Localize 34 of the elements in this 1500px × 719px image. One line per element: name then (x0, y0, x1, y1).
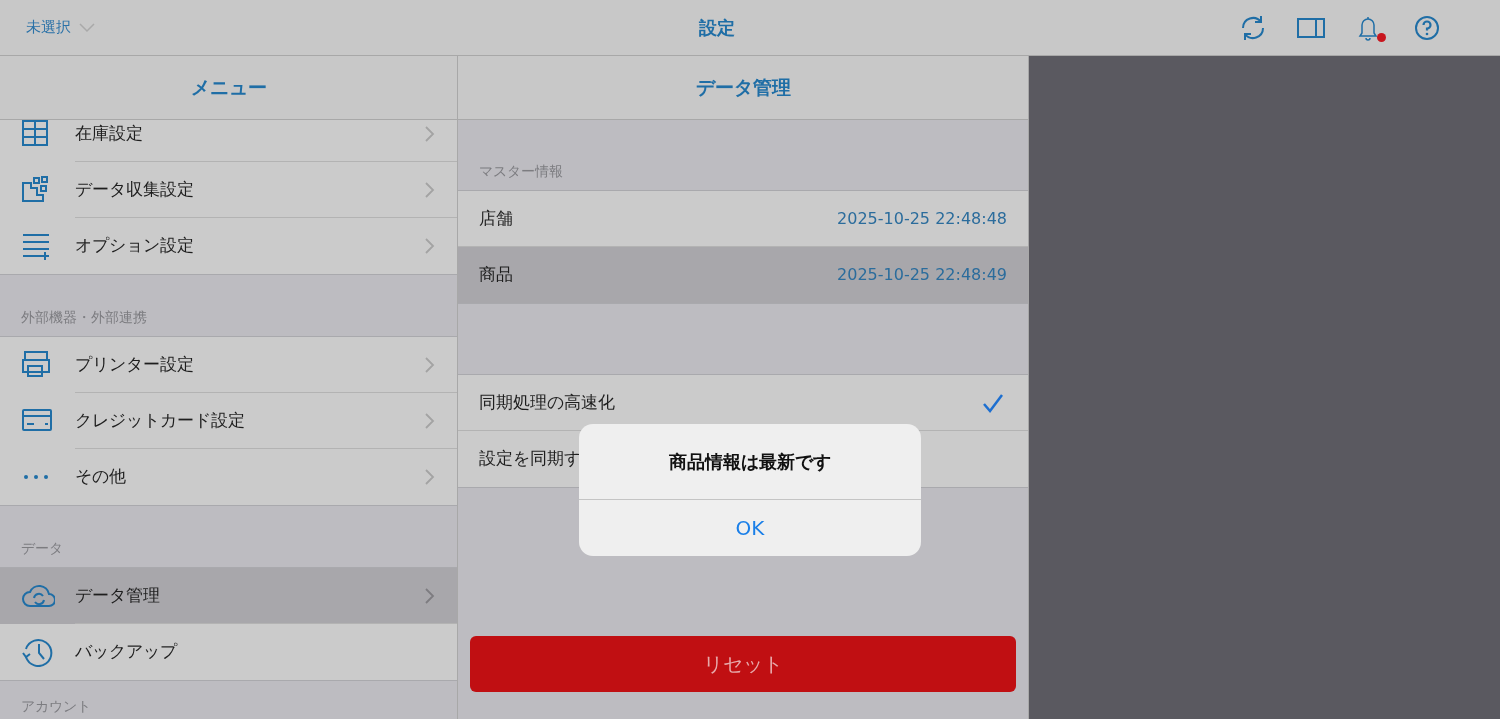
menu-item-label: クレジットカード設定 (75, 408, 246, 432)
row-label: 同期処理の高速化 (479, 390, 615, 414)
section-label: アカウント (21, 697, 91, 716)
menu-item-label: その他 (75, 465, 127, 489)
menu-item-label: データ収集設定 (75, 177, 195, 201)
chevron-right-icon (425, 125, 435, 142)
alert-message: 商品情報は最新です (669, 450, 831, 474)
row-label: 商品 (479, 263, 514, 287)
chevron-right-icon (425, 181, 435, 198)
menu-item-label: データ管理 (75, 583, 161, 607)
menu-item[interactable]: データ管理 (0, 568, 457, 624)
chevron-right-icon (425, 469, 435, 485)
chevron-right-icon (425, 238, 435, 254)
section-label: 外部機器・外部連携 (21, 308, 147, 327)
list-row[interactable]: 商品 2025-10-25 22:48:49 (458, 247, 1028, 303)
timestamp: 2025-10-25 22:48:48 (837, 207, 1007, 230)
chevron-right-icon (425, 587, 435, 604)
menu-item-label: バックアップ (75, 640, 179, 664)
menu-item-label: プリンター設定 (75, 352, 195, 376)
panel-title: メニュー (190, 75, 267, 101)
history-icon (21, 637, 55, 667)
panel-title: データ管理 (695, 75, 791, 101)
page-title: 設定 (698, 16, 735, 40)
chevron-right-icon (425, 356, 435, 373)
dots-icon (21, 474, 51, 480)
timestamp: 2025-10-25 22:48:49 (837, 264, 1007, 286)
menu-item-label: オプション設定 (75, 234, 195, 258)
list-row[interactable]: 店舗 2025-10-25 22:48:48 (458, 191, 1028, 247)
chevron-down-icon (79, 22, 95, 33)
row-label: 店舗 (479, 206, 514, 230)
section-label: データ (21, 539, 63, 558)
chevron-right-icon (425, 412, 435, 429)
menu-item-label: 在庫設定 (75, 121, 144, 145)
section-label: マスター情報 (479, 162, 563, 181)
